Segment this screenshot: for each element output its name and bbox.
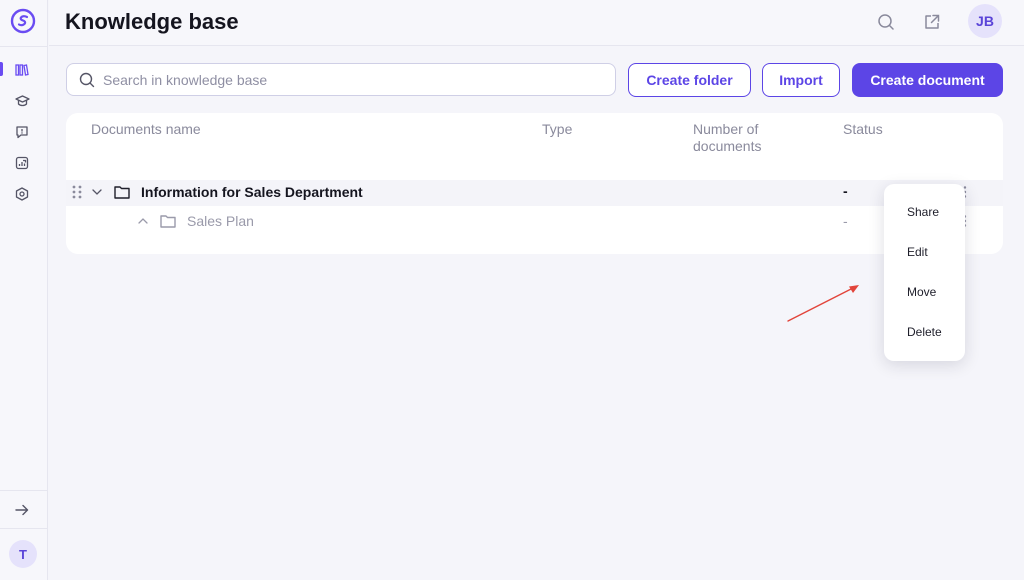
user-avatar[interactable]: JB (968, 4, 1002, 38)
sidebar-user-avatar[interactable]: T (9, 540, 37, 568)
sidebar-avatar-divider (0, 528, 48, 529)
page-title: Knowledge base (65, 9, 239, 34)
search-box[interactable] (66, 63, 616, 96)
header-external-link-button[interactable] (921, 11, 943, 33)
create-document-button[interactable]: Create document (852, 63, 1003, 97)
active-indicator (0, 62, 3, 76)
feedback-chat-icon (16, 126, 28, 139)
sidebar-divider (0, 46, 48, 47)
sidebar-item-learning[interactable] (12, 91, 32, 111)
sidebar-item-settings[interactable] (12, 184, 32, 204)
search-icon (878, 14, 894, 30)
app-logo-icon[interactable] (10, 8, 36, 34)
menu-item-share[interactable]: Share (907, 205, 939, 219)
documents-table: Documents name Type Number of documents … (66, 113, 1003, 254)
top-bar: Knowledge base JB (49, 0, 1024, 46)
column-header-count: Number of documents (693, 121, 762, 154)
row-name[interactable]: Information for Sales Department (141, 184, 363, 200)
chevron-down-icon[interactable] (92, 188, 102, 196)
row-name[interactable]: Sales Plan (187, 213, 254, 229)
sidebar: T (0, 0, 48, 580)
column-header-name: Documents name (91, 121, 201, 137)
sidebar-item-feedback[interactable] (12, 122, 32, 142)
row-status: - (843, 183, 848, 199)
sidebar-bottom-divider (0, 490, 48, 491)
search-input[interactable] (103, 71, 583, 88)
sidebar-item-analytics[interactable] (12, 153, 32, 173)
column-header-type: Type (542, 121, 573, 137)
drag-handle-icon[interactable] (72, 185, 82, 199)
menu-item-move[interactable]: Move (907, 285, 936, 299)
import-button[interactable]: Import (762, 63, 840, 97)
knowledge-base-icon (15, 64, 29, 76)
learning-cap-icon (14, 95, 30, 107)
settings-hex-icon (15, 187, 29, 201)
search-icon (79, 72, 95, 87)
menu-item-edit[interactable]: Edit (907, 245, 928, 259)
column-header-status: Status (843, 121, 883, 137)
analytics-icon (15, 156, 29, 170)
chevron-up-icon[interactable] (138, 217, 148, 225)
menu-item-delete[interactable]: Delete (907, 325, 942, 339)
sidebar-expand-button[interactable] (12, 500, 32, 520)
folder-icon (114, 186, 130, 199)
folder-icon (160, 215, 176, 228)
sidebar-item-knowledge-base[interactable] (12, 60, 32, 80)
external-link-icon (925, 14, 940, 29)
header-search-button[interactable] (875, 11, 897, 33)
row-status: - (843, 213, 848, 229)
create-folder-button[interactable]: Create folder (628, 63, 751, 97)
annotation-arrow (787, 285, 859, 322)
context-menu: Share Edit Move Delete (884, 184, 965, 361)
arrow-right-icon (15, 504, 29, 516)
